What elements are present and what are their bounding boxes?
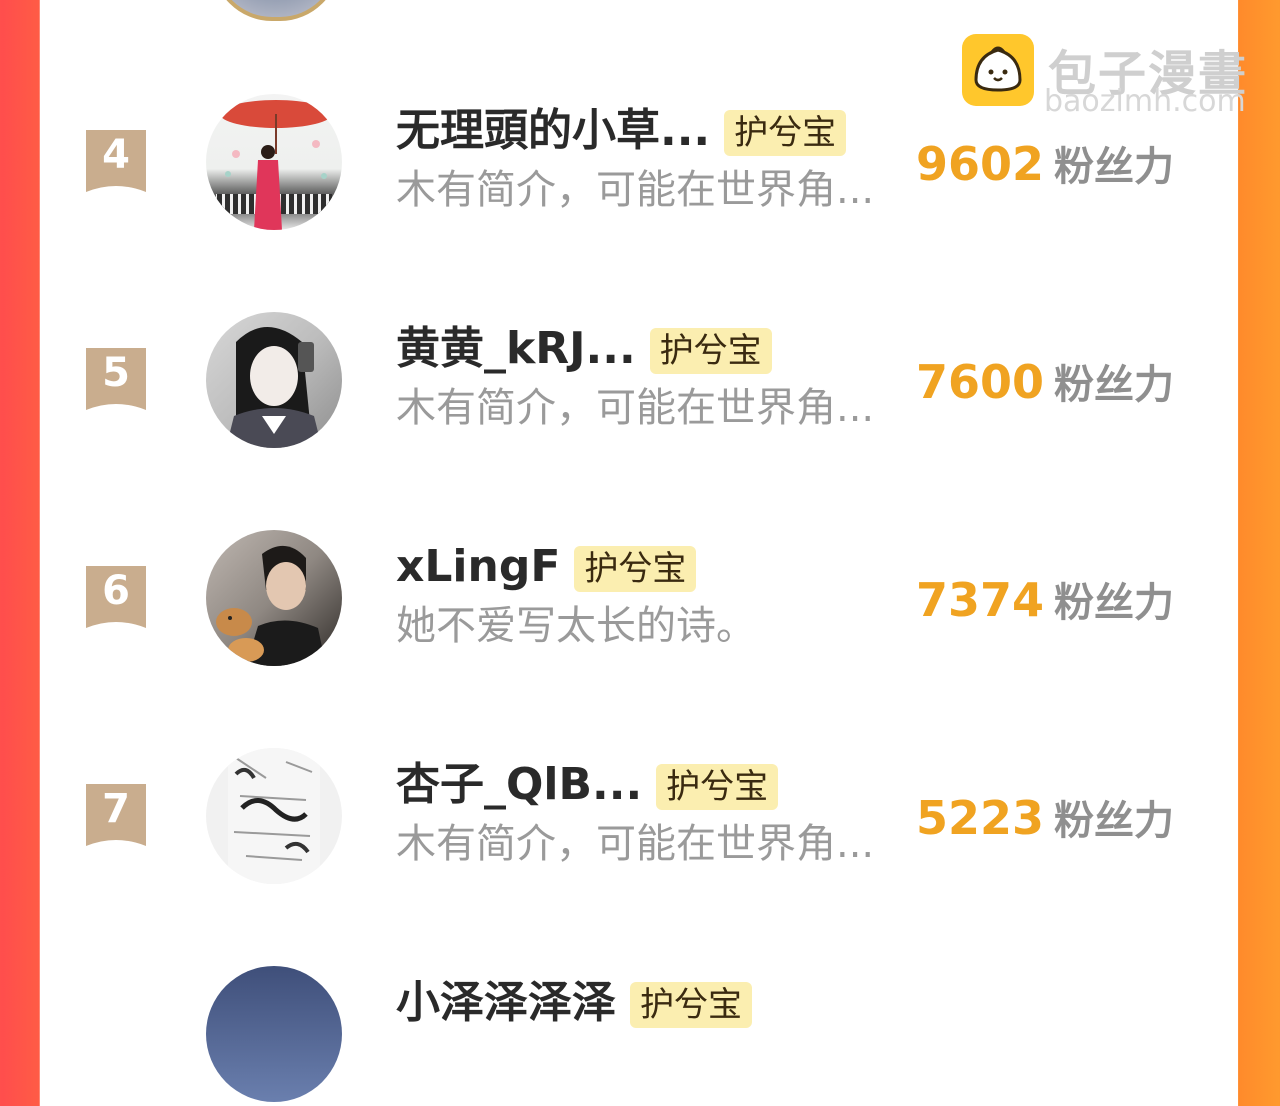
user-name[interactable]: xLingF 护兮宝 — [396, 541, 697, 592]
ranking-row[interactable]: 小泽泽泽泽 护兮宝 — [0, 966, 1280, 1106]
fan-power: 5223 粉丝力 — [916, 790, 1174, 857]
user-bio: 木有简介，可能在世界角... — [396, 167, 875, 213]
rank-number: 4 — [102, 132, 130, 178]
guardian-badge: 护兮宝 — [574, 546, 697, 592]
fan-power-value: 5223 — [916, 791, 1045, 845]
guardian-badge: 护兮宝 — [656, 764, 779, 810]
fan-power: 9602 粉丝力 — [916, 136, 1174, 203]
user-name[interactable]: 黄黄_kRJ... 护兮宝 — [396, 324, 772, 374]
ranking-row[interactable]: 5 黄黄_kRJ... 护兮宝 木有简介，可能在世界角... 7600 粉丝力 — [0, 312, 1280, 452]
avatar[interactable] — [206, 312, 342, 448]
rank-number: 6 — [102, 568, 130, 614]
user-name-text[interactable]: 黄黄_kRJ... — [396, 323, 636, 374]
fan-power-unit: 粉丝力 — [1054, 798, 1175, 844]
rank-number: 7 — [102, 786, 130, 832]
guardian-badge: 护兮宝 — [630, 982, 752, 1028]
avatar[interactable] — [206, 530, 342, 666]
avatar[interactable] — [206, 748, 342, 884]
user-name-text[interactable]: 杏子_QlB... — [396, 759, 642, 810]
rank-number: 5 — [102, 350, 130, 396]
user-name-text[interactable]: xLingF — [396, 541, 560, 592]
rank-ribbon: 6 — [86, 566, 146, 628]
rank-ribbon: 5 — [86, 348, 146, 410]
fan-power-unit: 粉丝力 — [1054, 144, 1175, 190]
fan-power-unit: 粉丝力 — [1054, 580, 1175, 626]
user-bio: 木有简介，可能在世界角... — [396, 385, 875, 431]
rank-ribbon: 7 — [86, 784, 146, 846]
user-name[interactable]: 无理頭的小草... 护兮宝 — [396, 105, 847, 156]
user-name[interactable]: 小泽泽泽泽 护兮宝 — [396, 978, 752, 1028]
user-name-text[interactable]: 小泽泽泽泽 — [396, 977, 616, 1028]
ranking-row[interactable]: 4 无理頭的小草... 护兮宝 木有简介，可能在世界角... 9602 粉丝力 — [0, 94, 1280, 234]
user-bio: 木有简介，可能在世界角... — [396, 821, 875, 867]
fan-power-value: 7374 — [916, 573, 1045, 627]
fan-power-value: 7600 — [916, 355, 1045, 409]
guardian-badge: 护兮宝 — [649, 328, 772, 374]
fan-power: 7600 粉丝力 — [916, 354, 1174, 421]
ranking-row[interactable]: 6 xLingF 护兮宝 她不爱写太长的诗。 7374 粉丝力 — [0, 530, 1280, 670]
user-bio: 她不爱写太长的诗。 — [396, 603, 756, 649]
avatar[interactable] — [206, 94, 342, 230]
fan-power-unit: 粉丝力 — [1054, 362, 1175, 408]
fan-power-value: 9602 — [916, 137, 1045, 191]
guardian-badge: 护兮宝 — [724, 110, 847, 156]
ranking-row[interactable]: 7 杏子_QlB... 护兮宝 木有简介，可能在世界角... 5223 粉丝力 — [0, 748, 1280, 888]
fan-power: 7374 粉丝力 — [916, 572, 1174, 639]
avatar[interactable] — [206, 966, 342, 1102]
user-name[interactable]: 杏子_QlB... 护兮宝 — [396, 759, 779, 810]
user-name-text[interactable]: 无理頭的小草... — [396, 105, 710, 156]
rank-ribbon: 4 — [86, 130, 146, 192]
